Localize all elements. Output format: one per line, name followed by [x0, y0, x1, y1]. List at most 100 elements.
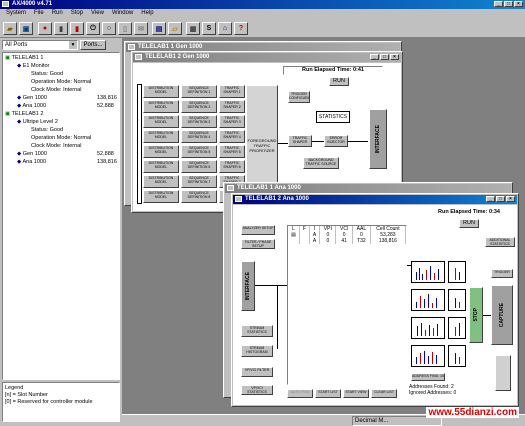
- sequence-definition-button[interactable]: SEQUENCE DEFINITION 2: [181, 100, 217, 113]
- minimize-button[interactable]: _: [494, 1, 503, 7]
- tree-item[interactable]: ◆ Ana 1000 52,888: [17, 103, 121, 110]
- start-view-button[interactable]: START VIEW: [343, 389, 369, 398]
- envelope-icon[interactable]: ✉: [134, 22, 148, 35]
- distribution-model-button[interactable]: DISTRIBUTION MODEL: [143, 175, 179, 188]
- tree-item[interactable]: ◆ Gen 1000 138,816: [17, 95, 121, 102]
- sequence-definition-button[interactable]: SEQUENCE DEFINITION 1: [181, 85, 217, 98]
- gen-interface-block[interactable]: INTERFACE: [369, 109, 387, 169]
- tree-item[interactable]: Clock Mode: Internal: [31, 87, 81, 94]
- tree-item[interactable]: ▣ TELELAB1 2: [5, 111, 43, 118]
- histogram-display[interactable]: [448, 317, 466, 339]
- maximize-button[interactable]: □: [504, 1, 513, 7]
- histogram-display[interactable]: [411, 317, 445, 339]
- background-traffic-button[interactable]: BACKGROUND TRAFFIC SOURCE: [303, 157, 339, 169]
- statistics-icon[interactable]: ▮: [70, 22, 84, 35]
- tree-item[interactable]: ◆ Ultripe Level 2: [17, 119, 58, 126]
- tree-item[interactable]: Operation Mode: Normal: [31, 135, 91, 142]
- start-list-button[interactable]: START LIST: [315, 389, 341, 398]
- help-icon[interactable]: ?: [234, 22, 248, 35]
- error-injector-button[interactable]: ERROR INJECTOR: [324, 135, 348, 147]
- address-find-button[interactable]: ADDRESS FIND: 15: [411, 373, 445, 381]
- menu-run[interactable]: Run: [52, 9, 63, 19]
- menu-system[interactable]: System: [6, 9, 26, 19]
- menu-view[interactable]: View: [91, 9, 104, 19]
- tree-item[interactable]: Status: Good: [31, 127, 63, 134]
- lock-icon[interactable]: ▮: [54, 22, 68, 35]
- exit-icon[interactable]: ⏻: [86, 22, 100, 35]
- s-icon[interactable]: S: [202, 22, 216, 35]
- tree-item[interactable]: ▣ TELELAB1 1: [5, 55, 43, 62]
- distribution-model-button[interactable]: DISTRIBUTION MODEL: [143, 130, 179, 143]
- histogram-display[interactable]: [411, 261, 445, 283]
- statistics-button[interactable]: STATISTICS: [316, 111, 350, 123]
- tree-item[interactable]: ◆ Ana 1000 138,816: [17, 159, 121, 166]
- vp-vci-statistics-button[interactable]: VP/VCI STATISTICS: [241, 385, 273, 395]
- sequence-definition-button[interactable]: SEQUENCE DEFINITION 8: [181, 190, 217, 203]
- save-icon[interactable]: ▣: [19, 22, 33, 35]
- maximize-button[interactable]: □: [496, 196, 505, 202]
- selection-block[interactable]: STOP: [469, 287, 483, 343]
- ana-trigger-button[interactable]: TRIGGER: [491, 269, 513, 278]
- sequence-definition-button[interactable]: SEQUENCE DEFINITION 5: [181, 145, 217, 158]
- tree-item[interactable]: ◆ E1 Monitor: [17, 63, 49, 70]
- minimize-button[interactable]: _: [486, 196, 495, 202]
- additional-statistics-button[interactable]: ADDITIONAL STATISTICS: [485, 237, 515, 247]
- open-file-icon[interactable]: ▱: [168, 22, 182, 35]
- histogram-display[interactable]: [411, 345, 445, 367]
- open-folder-icon[interactable]: ▰: [3, 22, 17, 35]
- vp-vci-filter-button[interactable]: VP/VCI FILTER: [241, 367, 273, 377]
- network-icon[interactable]: ⌂: [218, 22, 232, 35]
- menu-help[interactable]: Help: [141, 9, 153, 19]
- document-icon[interactable]: ▯: [118, 22, 132, 35]
- auto-find-button[interactable]: AUTO FIND: [287, 389, 313, 398]
- analyzer-setup-button[interactable]: ANALYZER SETUP: [241, 225, 275, 235]
- ana-run-button[interactable]: RUN: [459, 219, 479, 228]
- distribution-model-button[interactable]: DISTRIBUTION MODEL: [143, 145, 179, 158]
- ports-select[interactable]: All Ports ▼: [2, 40, 78, 50]
- traffic-shaper-main-button[interactable]: TRAFFIC SHAPER: [288, 135, 312, 147]
- capture-display-button[interactable]: [495, 355, 511, 391]
- tree-item[interactable]: Clock Mode: Internal: [31, 143, 81, 150]
- distribution-model-button[interactable]: DISTRIBUTION MODEL: [143, 115, 179, 128]
- record-icon[interactable]: ●: [38, 22, 52, 35]
- maximize-button[interactable]: □: [380, 54, 389, 60]
- distribution-model-button[interactable]: DISTRIBUTION MODEL: [143, 100, 179, 113]
- chevron-down-icon[interactable]: ▼: [69, 41, 77, 49]
- tree-item[interactable]: Operation Mode: Normal: [31, 79, 91, 86]
- traffic-shaper-button[interactable]: TRAFFIC SHAPER 1: [219, 85, 245, 98]
- traffic-shaper-button[interactable]: TRAFFIC SHAPER 3: [219, 115, 245, 128]
- traffic-shaper-button[interactable]: TRAFFIC SHAPER 4: [219, 130, 245, 143]
- table-row[interactable]: A 0 41 T32 138,816: [288, 238, 407, 244]
- menu-window[interactable]: Window: [112, 9, 133, 19]
- close-button[interactable]: ×: [506, 196, 515, 202]
- histogram-display[interactable]: [448, 261, 466, 283]
- filter-setup-button[interactable]: FILTER / PHASE SETUP: [241, 239, 275, 249]
- capture-block[interactable]: CAPTURE: [491, 285, 513, 345]
- traffic-shaper-button[interactable]: TRAFFIC SHAPER 2: [219, 100, 245, 113]
- menu-stop[interactable]: Stop: [71, 9, 83, 19]
- stream-statistics-button[interactable]: STREAM STATISTICS: [241, 325, 273, 337]
- minimize-button[interactable]: _: [370, 54, 379, 60]
- histogram-display[interactable]: [448, 345, 466, 367]
- histogram-display[interactable]: [411, 289, 445, 311]
- menu-file[interactable]: File: [34, 9, 44, 19]
- sequence-definition-button[interactable]: SEQUENCE DEFINITION 3: [181, 115, 217, 128]
- traffic-shaper-button[interactable]: TRAFFIC SHAPER 6: [219, 160, 245, 173]
- save-disk-icon[interactable]: ▤: [152, 22, 166, 35]
- clear-list-button[interactable]: CLEAR LIST: [371, 389, 397, 398]
- sequence-definition-button[interactable]: SEQUENCE DEFINITION 4: [181, 130, 217, 143]
- close-button[interactable]: ×: [390, 54, 399, 60]
- tree-item[interactable]: ◆ Gen 1000 52,888: [17, 151, 121, 158]
- histogram-display[interactable]: [448, 289, 466, 311]
- close-button[interactable]: ×: [514, 1, 523, 7]
- print-icon[interactable]: ▦: [186, 22, 200, 35]
- sequence-definition-button[interactable]: SEQUENCE DEFINITION 7: [181, 175, 217, 188]
- sequence-definition-button[interactable]: SEQUENCE DEFINITION 6: [181, 160, 217, 173]
- tree-item[interactable]: Status: Good: [31, 71, 63, 78]
- traffic-shaper-button[interactable]: TRAFFIC SHAPER 5: [219, 145, 245, 158]
- ana-interface-block[interactable]: INTERFACE: [241, 261, 255, 311]
- stop-icon[interactable]: ○: [102, 22, 116, 35]
- stream-histogram-button[interactable]: STREAM HISTOGRAM: [241, 345, 273, 357]
- gen-run-button[interactable]: RUN: [329, 77, 349, 86]
- ports-button[interactable]: Ports...: [80, 40, 106, 50]
